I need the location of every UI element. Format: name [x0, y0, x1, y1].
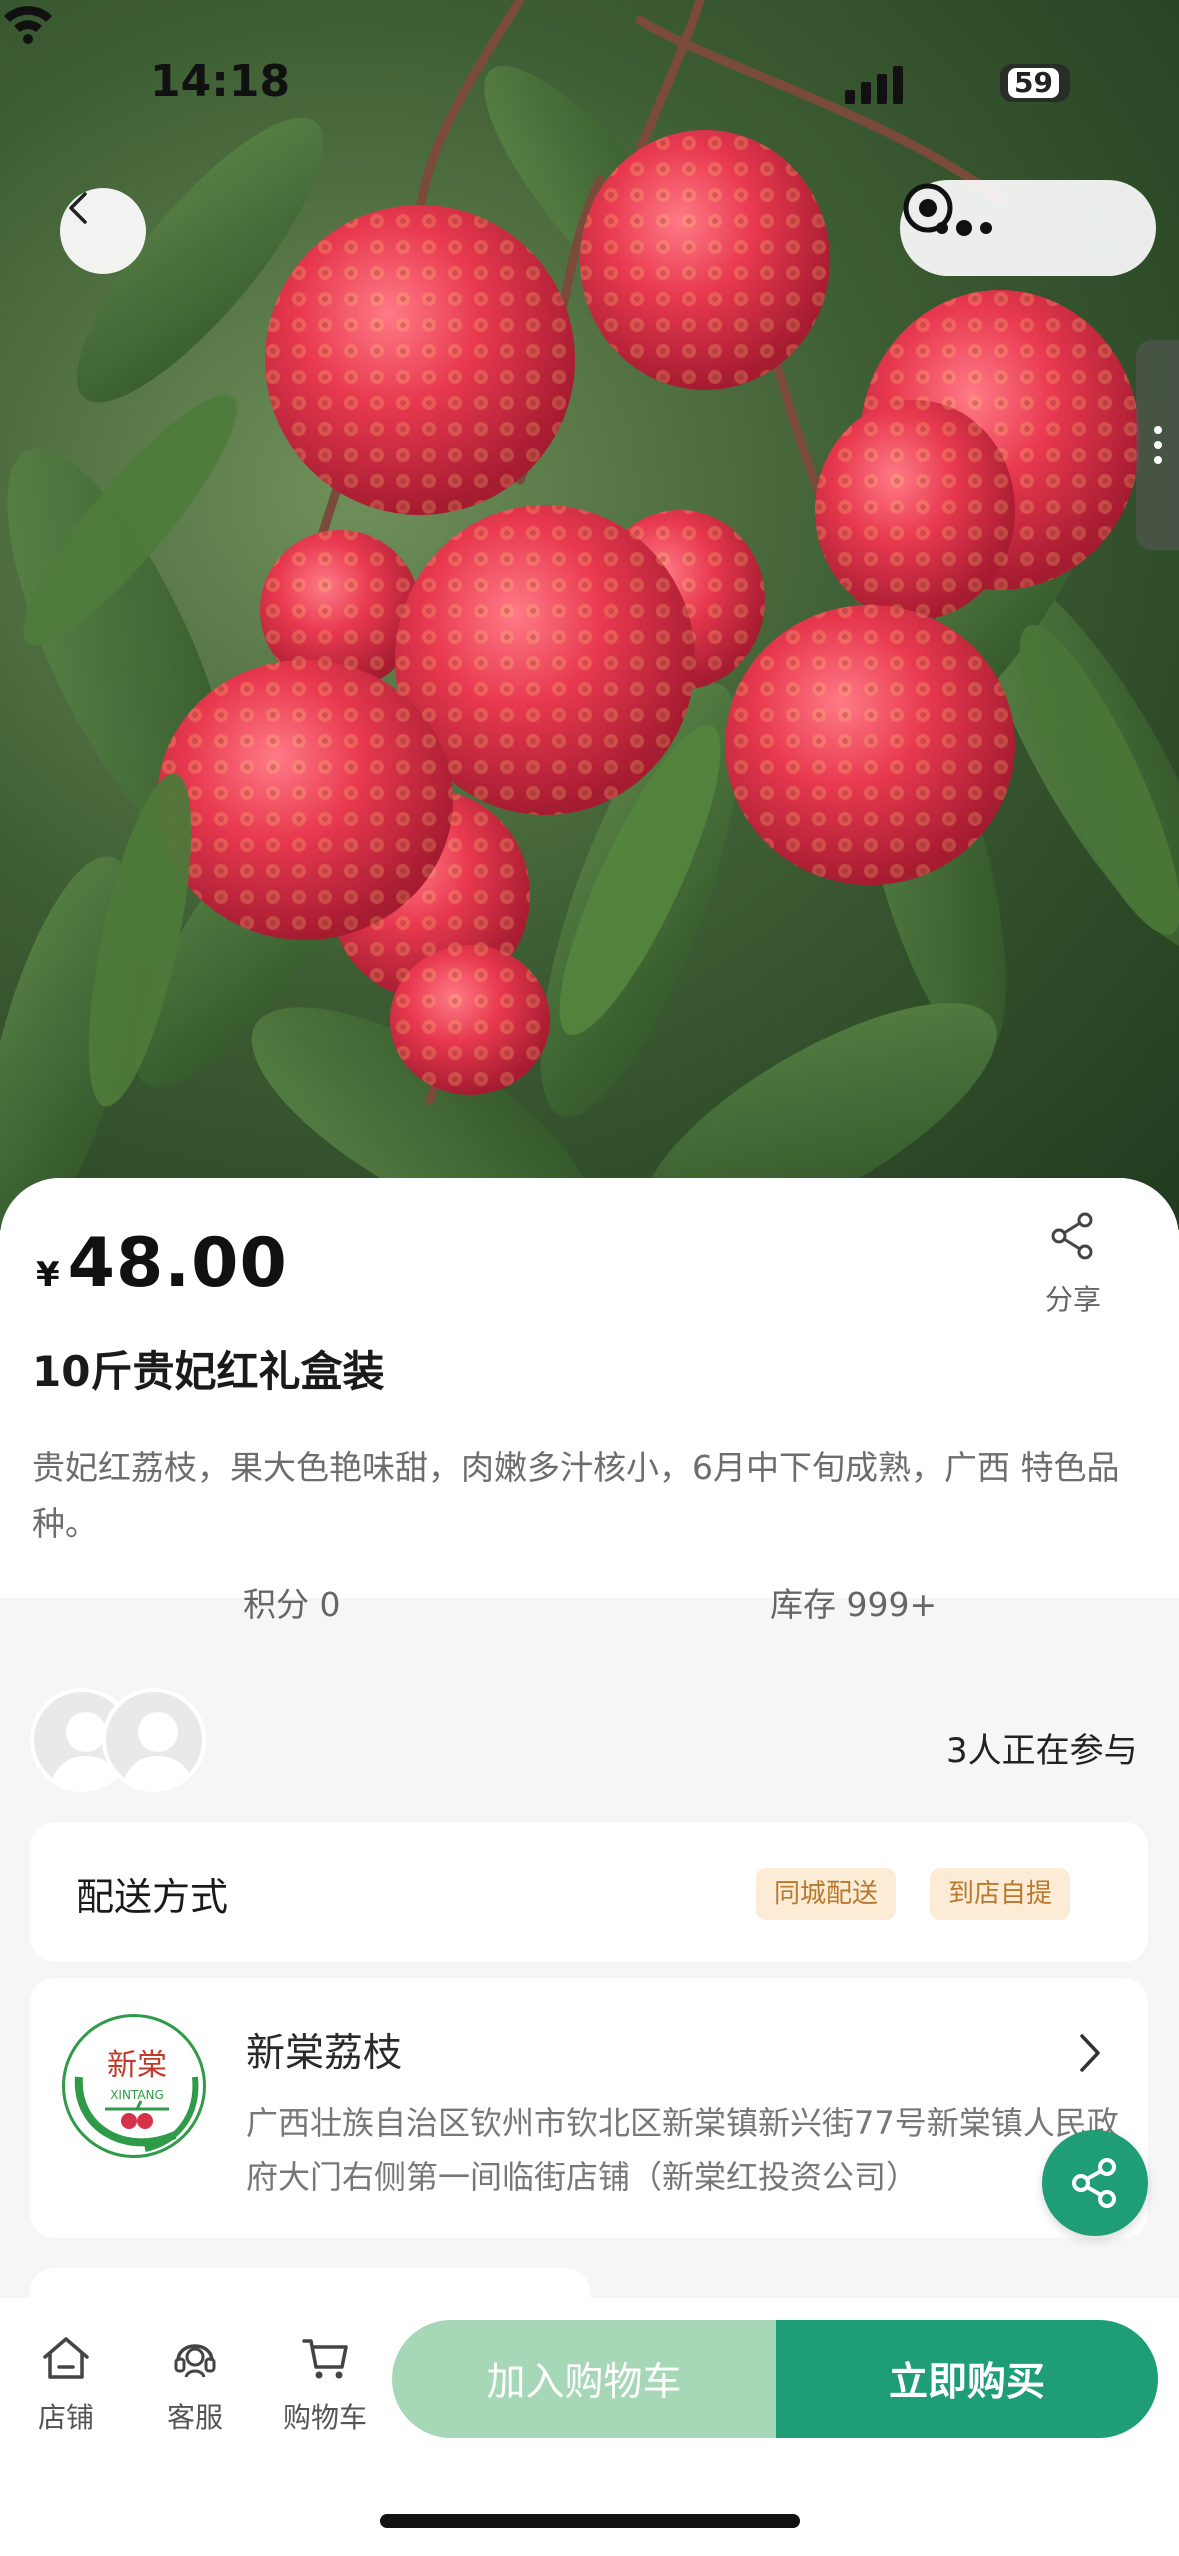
tab-store-label: 店铺 — [37, 2401, 94, 2434]
product-price: ¥ 48.00 — [36, 1224, 288, 1303]
cart-icon — [302, 2339, 348, 2379]
signal-icon — [845, 64, 903, 104]
store-logo-graphic: 新棠 XINTANG — [74, 2048, 199, 2152]
chevron-left-icon — [69, 192, 87, 224]
back-button[interactable] — [60, 188, 146, 274]
side-drawer-handle[interactable] — [1136, 340, 1179, 550]
tab-customer-service-label: 客服 — [166, 2401, 223, 2434]
delivery-tag-pickup: 到店自提 — [930, 1868, 1071, 1920]
delivery-tag-local: 同城配送 — [756, 1868, 897, 1920]
battery-icon: 59 — [1000, 64, 1070, 102]
home-indicator[interactable] — [380, 2514, 800, 2528]
price-amount: 48.00 — [67, 1224, 288, 1303]
currency-symbol: ¥ — [36, 1255, 60, 1295]
product-description: 贵妃红荔枝，果大色艳味甜，肉嫩多汁核小，6月中下旬成熟，广西 特色品种。 — [32, 1448, 1120, 1543]
tab-store[interactable]: 店铺 — [6, 2328, 126, 2436]
product-meta: 积分 0 库存 999+ — [0, 1578, 1179, 1658]
chevron-right-icon — [1080, 2034, 1100, 2072]
tab-customer-service[interactable]: 客服 — [135, 2328, 255, 2436]
wifi-icon — [4, 6, 52, 44]
store-icon — [43, 2337, 89, 2379]
delivery-options[interactable]: 配送方式 同城配送 到店自提 — [30, 1822, 1148, 1962]
store-logo: 新棠 XINTANG — [62, 2014, 206, 2158]
add-to-cart-button[interactable]: 加入购物车 — [392, 2320, 776, 2438]
user-silhouette-icon — [121, 1712, 195, 1788]
logo-text-cn: 新棠 — [107, 2048, 167, 2083]
target-icon — [903, 183, 953, 233]
product-title: 10斤贵妃红礼盒装 — [32, 1347, 385, 1396]
points-label: 积分 0 — [243, 1585, 341, 1624]
delivery-label: 配送方式 — [76, 1875, 229, 1919]
share-icon — [1051, 1212, 1093, 1260]
logo-text-en: XINTANG — [110, 2088, 164, 2102]
floating-share-button[interactable] — [1042, 2130, 1148, 2236]
close-miniprogram-button[interactable] — [903, 180, 1156, 276]
product-detail-screen: 14:18 59 ¥ 48.00 分享 10斤贵妃红礼盒装 贵妃红荔枝，果大色艳… — [0, 0, 1179, 2556]
avatar — [102, 1688, 206, 1792]
share-icon — [1072, 2158, 1116, 2208]
customer-service-icon — [174, 2344, 216, 2378]
share-label: 分享 — [1044, 1283, 1101, 1316]
battery-level: 59 — [1008, 68, 1059, 98]
status-bar: 14:18 59 — [0, 0, 1179, 140]
store-card[interactable]: 新棠 XINTANG 新棠荔枝 广西壮族自治区钦州市钦北区新棠镇新兴街77号新棠… — [30, 1978, 1148, 2238]
participants-count: 3人正在参与 — [946, 1731, 1138, 1771]
participant-avatars — [30, 1688, 230, 1798]
status-time: 14:18 — [150, 56, 291, 107]
tab-cart-label: 购物车 — [282, 2401, 367, 2434]
product-info-card: ¥ 48.00 分享 10斤贵妃红礼盒装 贵妃红荔枝，果大色艳味甜，肉嫩多汁核小… — [0, 1178, 1179, 2318]
store-address: 广西壮族自治区钦州市钦北区新棠镇新兴街77号新棠镇人民政府大门右侧第一间临街店铺… — [246, 2104, 1119, 2196]
bottom-action-bar: 店铺 客服 购物车 加入购物车 立即购买 — [0, 2298, 1179, 2556]
product-image[interactable]: 14:18 59 — [0, 0, 1179, 1230]
share-button[interactable]: 分享 — [1030, 1208, 1116, 1318]
stock-label: 库存 999+ — [770, 1585, 938, 1624]
miniprogram-capsule — [900, 180, 1156, 276]
tab-cart[interactable]: 购物车 — [265, 2328, 385, 2436]
store-name: 新棠荔枝 — [246, 2031, 403, 2076]
buy-now-button[interactable]: 立即购买 — [776, 2320, 1158, 2438]
